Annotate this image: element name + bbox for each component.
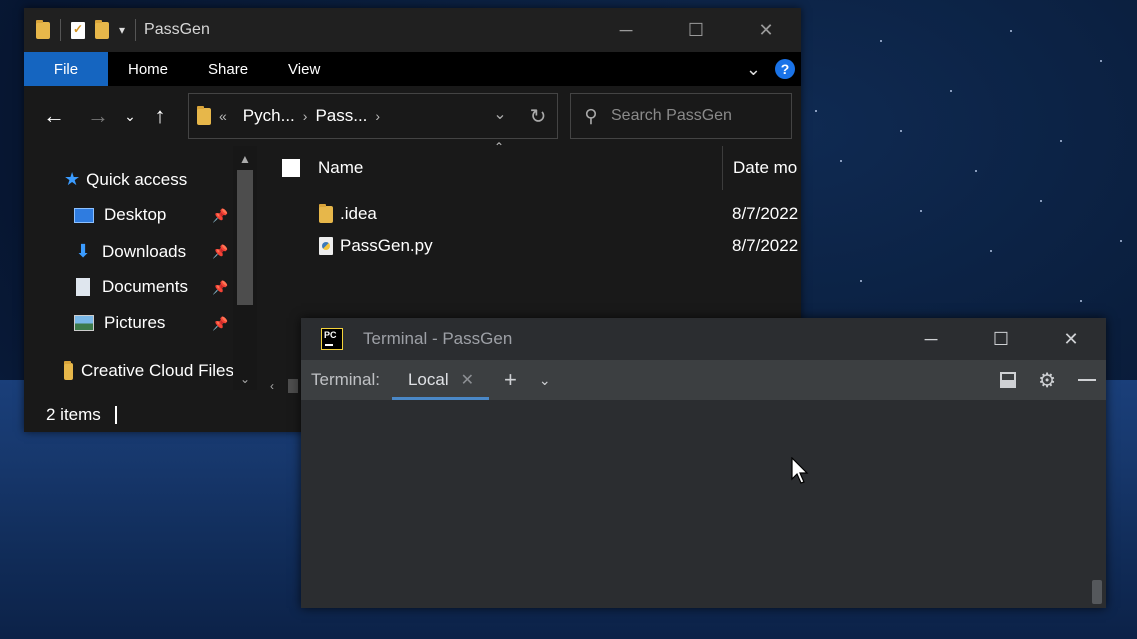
close-button[interactable]: ✕ (731, 8, 801, 52)
terminal-output-area[interactable] (301, 400, 1106, 608)
quick-access-toolbar: ▾ (24, 19, 137, 41)
chevron-right-icon[interactable]: › (375, 108, 380, 124)
column-header-row: Name Date mo (262, 146, 801, 190)
tab-label: Local (407, 370, 449, 389)
breadcrumb-passgen[interactable]: Pass... (307, 106, 375, 126)
file-date: 8/7/2022 (732, 236, 799, 255)
nav-label: Documents (102, 277, 188, 296)
terminal-scrollbar[interactable] (1092, 580, 1102, 604)
terminal-title-bar: PC Terminal - PassGen ─ ☐ ✕ (301, 318, 1106, 360)
pin-icon[interactable]: 📌 (212, 208, 228, 224)
search-input[interactable]: Search PassGen (611, 107, 732, 125)
ribbon-tabs: File Home Share View ⌄ ? (24, 52, 801, 86)
divider (135, 19, 137, 41)
new-tab-plus-icon[interactable]: + (504, 367, 517, 393)
scroll-thumb[interactable] (237, 170, 253, 305)
scroll-down-icon[interactable]: ⌄ (233, 372, 257, 386)
tab-home[interactable]: Home (108, 61, 188, 78)
layout-icon[interactable] (1000, 372, 1017, 388)
search-box[interactable]: ⚲ Search PassGen (570, 93, 792, 139)
terminal-title: Terminal - PassGen (363, 329, 513, 348)
back-arrow-icon[interactable]: ← (32, 103, 76, 129)
navigation-pane: ★ Quick access Desktop 📌 ⬇ Downloads 📌 D… (24, 146, 260, 344)
desktop-icon (74, 207, 94, 223)
navigation-bar: ← → ⌄ ↑ « Pych... › Pass... › ⌄ ↻ ⚲ Sear… (24, 86, 801, 146)
maximize-button[interactable]: ☐ (661, 8, 731, 52)
pictures-icon (74, 315, 94, 331)
folder-icon (36, 19, 50, 39)
gear-icon[interactable]: ⚙ (1038, 368, 1056, 393)
scroll-up-icon[interactable]: ▲ (233, 152, 257, 166)
file-date: 8/7/2022 (732, 204, 799, 223)
explorer-body: ★ Quick access Desktop 📌 ⬇ Downloads 📌 D… (24, 140, 801, 393)
nav-item-pictures[interactable]: Pictures (74, 313, 165, 333)
folder-icon (197, 105, 211, 125)
search-icon: ⚲ (584, 105, 598, 126)
tab-view[interactable]: View (268, 61, 340, 78)
tab-dropdown-chevron-icon[interactable]: ⌄ (539, 372, 551, 389)
hide-panel-icon[interactable] (1078, 379, 1096, 381)
nav-label: Downloads (102, 241, 187, 261)
window-title: PassGen (144, 21, 210, 38)
file-row-passgen-py[interactable]: PassGen.py 8/7/2022 (262, 231, 801, 261)
maximize-button[interactable]: ☐ (966, 318, 1036, 360)
nav-label: Pictures (104, 313, 166, 332)
nav-pane-scrollbar[interactable]: ▲ ⌄ (233, 146, 257, 390)
column-header-date[interactable]: Date mo (722, 146, 797, 190)
scroll-thumb[interactable] (288, 379, 298, 393)
minimize-button[interactable]: ─ (591, 8, 661, 52)
nav-label: Creative Cloud Files (80, 361, 234, 380)
explorer-title-bar: ▾ PassGen ─ ☐ ✕ (24, 8, 801, 52)
nav-item-desktop[interactable]: Desktop (74, 205, 166, 225)
overflow-icon[interactable]: « (211, 108, 235, 124)
terminal-label: Terminal: (311, 370, 380, 389)
tab-file[interactable]: File (24, 52, 108, 86)
close-tab-icon[interactable]: ✕ (461, 370, 474, 390)
close-button[interactable]: ✕ (1036, 318, 1106, 360)
nav-item-quick-access[interactable]: ★ Quick access (64, 169, 187, 190)
up-arrow-icon[interactable]: ↑ (140, 103, 180, 129)
customize-toolbar-icon[interactable]: ▾ (119, 23, 125, 37)
status-divider (114, 406, 117, 424)
mouse-cursor-icon (791, 457, 809, 484)
select-all-checkbox[interactable] (282, 159, 300, 177)
python-file-icon (319, 237, 333, 255)
pin-icon[interactable]: 📌 (212, 280, 228, 296)
minimize-button[interactable]: ─ (896, 318, 966, 360)
pin-icon[interactable]: 📌 (212, 244, 228, 260)
terminal-window: PC Terminal - PassGen ─ ☐ ✕ Terminal: Lo… (301, 318, 1106, 608)
column-header-name[interactable]: Name (318, 158, 363, 178)
tab-local[interactable]: Local ✕ (408, 360, 474, 400)
pycharm-logo-icon: PC (321, 328, 343, 350)
address-bar[interactable]: « Pych... › Pass... › ⌄ ↻ (188, 93, 558, 139)
divider (60, 19, 61, 41)
file-row-idea[interactable]: .idea 8/7/2022 (262, 199, 801, 229)
breadcrumb-pycharm[interactable]: Pych... (235, 106, 303, 126)
refresh-icon[interactable]: ↻ (519, 104, 557, 129)
address-dropdown-icon[interactable]: ⌄ (481, 104, 519, 129)
item-count: 2 items (46, 405, 101, 424)
nav-item-creative-cloud[interactable]: Creative Cloud Files (64, 361, 234, 381)
nav-item-documents[interactable]: Documents (74, 277, 188, 297)
new-folder-icon[interactable] (95, 19, 109, 39)
download-icon: ⬇ (75, 241, 91, 261)
recent-locations-chevron-icon[interactable]: ⌄ (120, 108, 140, 125)
pin-icon[interactable]: 📌 (212, 316, 228, 332)
tab-share[interactable]: Share (188, 61, 268, 78)
scroll-left-icon[interactable]: ‹ (270, 379, 274, 393)
expand-ribbon-icon[interactable]: ⌄ (746, 59, 761, 80)
folder-icon (319, 203, 333, 223)
nav-label: Quick access (86, 169, 188, 189)
nav-item-downloads[interactable]: ⬇ Downloads (74, 241, 186, 262)
terminal-tab-bar: Terminal: Local ✕ + ⌄ ⚙ (301, 360, 1106, 400)
star-icon: ★ (64, 169, 81, 189)
creative-cloud-folder-icon (64, 361, 73, 380)
file-name: .idea (340, 204, 377, 223)
document-icon (76, 278, 90, 296)
properties-icon[interactable] (71, 21, 85, 39)
file-name: PassGen.py (340, 236, 433, 255)
nav-label: Desktop (104, 205, 167, 224)
forward-arrow-icon[interactable]: → (76, 103, 120, 129)
help-icon[interactable]: ? (775, 59, 795, 79)
